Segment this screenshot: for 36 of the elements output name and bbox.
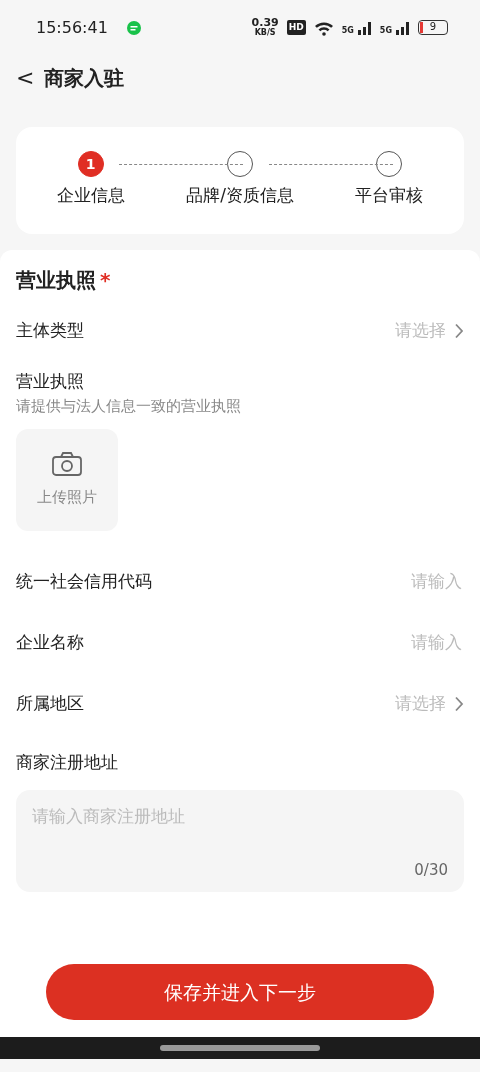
- field-label: 商家注册地址: [16, 751, 119, 774]
- step-label: 品牌/资质信息: [186, 184, 294, 207]
- signal-icon: [357, 20, 372, 35]
- home-indicator[interactable]: [160, 1045, 320, 1051]
- field-label: 所属地区: [16, 691, 84, 715]
- field-label: 主体类型: [16, 318, 84, 342]
- signal-icon: [396, 20, 410, 35]
- section-title: 营业执照: [16, 267, 96, 294]
- step-label: 企业信息: [56, 184, 125, 207]
- field-label: 统一社会信用代码: [16, 569, 152, 593]
- required-mark: *: [100, 267, 111, 294]
- field-hint: 请提供与法人信息一致的营业执照: [16, 395, 242, 417]
- message-icon: [125, 19, 142, 36]
- camera-icon: [52, 451, 82, 476]
- input-field[interactable]: 请输入: [304, 567, 464, 596]
- network-type: 5G: [379, 26, 392, 35]
- select-field[interactable]: 请选择: [395, 690, 464, 717]
- battery-icon: 9: [418, 20, 448, 35]
- status-time: 15:56:41: [36, 16, 108, 39]
- select-field[interactable]: 请选择: [395, 317, 464, 344]
- network-speed: 0.39 KB/S: [251, 17, 279, 38]
- network-type: 5G: [341, 26, 354, 35]
- field-label: 营业执照: [16, 370, 85, 393]
- field-label: 企业名称: [16, 630, 84, 654]
- page-title: 商家入驻: [44, 65, 125, 92]
- back-button[interactable]: <: [16, 67, 45, 89]
- step-indicator: 1: [77, 151, 104, 177]
- input-field[interactable]: 请输入: [304, 628, 464, 657]
- upload-button[interactable]: 上传照片: [16, 429, 118, 531]
- chevron-right-icon: [454, 695, 464, 712]
- character-counter: 0/30: [414, 860, 448, 881]
- chevron-right-icon: [454, 322, 464, 339]
- step-label: 平台审核: [355, 184, 424, 207]
- submit-button[interactable]: 保存并进入下一步: [46, 964, 434, 1020]
- wifi-icon: [313, 19, 334, 36]
- hd-indicator: HD: [286, 19, 306, 36]
